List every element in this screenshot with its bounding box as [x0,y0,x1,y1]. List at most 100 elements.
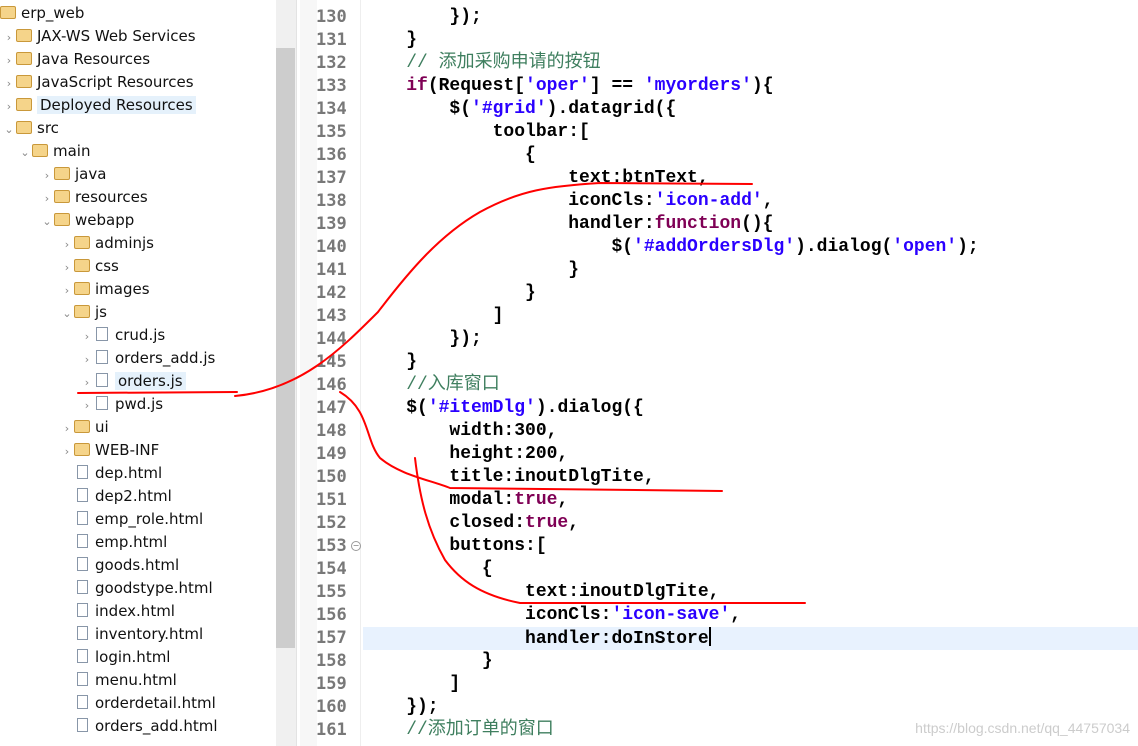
tree-item-java[interactable]: › java [40,163,107,187]
tree-item-orders-add-js[interactable]: › orders_add.js [80,347,216,371]
chevron-right-icon[interactable]: › [60,233,74,256]
tree-item-images[interactable]: › images [60,278,150,301]
code-line[interactable]: text:btnText, [363,167,1138,190]
code-line[interactable]: width:300, [363,420,1138,443]
tree-item-dep-html[interactable]: dep.html [60,462,162,485]
tree-item-emp-role-html[interactable]: emp_role.html [60,508,203,531]
line-number: 157 [316,628,347,648]
code-line[interactable]: toolbar:[ [363,121,1138,144]
chevron-right-icon[interactable]: › [40,164,54,187]
chevron-right-icon[interactable]: › [80,325,94,348]
code-line[interactable]: handler:doInStore [363,627,1138,650]
tree-scrollbar-thumb[interactable] [276,48,295,648]
tree-item-main[interactable]: ⌄ main [18,140,90,163]
chevron-right-icon[interactable]: › [2,95,16,118]
chevron-right-icon[interactable]: › [60,417,74,440]
chevron-down-icon[interactable]: ⌄ [40,210,54,233]
tree-item-orders-add-html[interactable]: orders_add.html [60,715,217,738]
tree-item-orderdetail-html[interactable]: orderdetail.html [60,692,216,715]
tree-item-jax-ws-web-services[interactable]: › JAX-WS Web Services [2,25,196,48]
tree-item-label: emp.html [95,533,168,551]
code-line[interactable]: ] [363,305,1138,328]
chevron-right-icon[interactable]: › [80,348,94,371]
line-number: 140 [316,237,347,257]
code-line[interactable]: $('#itemDlg').dialog({ [363,397,1138,420]
code-line[interactable]: }); [363,696,1138,719]
tree-item-javascript-resources[interactable]: › JavaScript Resources [2,71,194,94]
code-line[interactable]: if(Request['oper'] == 'myorders'){ [363,75,1138,98]
code-line[interactable]: // 添加采购申请的按钮 [363,52,1138,75]
tree-item-webapp[interactable]: ⌄ webapp [40,209,134,232]
code-line[interactable]: modal:true, [363,489,1138,512]
tree-item-web-inf[interactable]: › WEB-INF [60,439,160,463]
code-line[interactable]: } [363,259,1138,282]
chevron-right-icon[interactable]: › [40,187,54,210]
tree-item-label: pwd.js [115,395,164,413]
tree-item-js[interactable]: ⌄ js [60,301,107,324]
folder-icon [54,190,70,203]
code-line[interactable]: height:200, [363,443,1138,466]
tree-item-resources[interactable]: › resources [40,186,148,209]
code-line[interactable]: ] [363,673,1138,696]
tree-item-orders-js[interactable]: › orders.js [80,370,186,393]
code-line[interactable]: }); [363,328,1138,351]
code-line[interactable]: closed:true, [363,512,1138,535]
tree-item-goods-html[interactable]: goods.html [60,554,179,577]
tree-item-ui[interactable]: › ui [60,416,109,439]
code-line[interactable]: } [363,282,1138,305]
code-token: handler:doInStore [363,629,709,649]
code-line[interactable]: handler:function(){ [363,213,1138,236]
code-line[interactable]: { [363,144,1138,167]
tree-item-login-html[interactable]: login.html [60,646,170,669]
code-token: } [363,283,536,303]
javascript-resources-icon [16,75,32,88]
tree-item-index-html[interactable]: index.html [60,600,175,623]
code-line[interactable]: //入库窗口 [363,374,1138,397]
fold-collapse-icon[interactable]: − [351,541,361,551]
chevron-down-icon[interactable]: ⌄ [18,141,32,164]
tree-item-java-resources[interactable]: › Java Resources [2,48,150,71]
code-line[interactable]: iconCls:'icon-add', [363,190,1138,213]
folder-icon [74,305,90,318]
tree-item-src[interactable]: ⌄ src [2,117,59,140]
tree-item-label: index.html [95,602,175,620]
code-line[interactable]: } [363,29,1138,52]
code-line[interactable]: } [363,650,1138,673]
tree-item-label: css [95,257,119,275]
code-line[interactable]: }); [363,6,1138,29]
tree-item-css[interactable]: › css [60,255,119,278]
tree-item-menu-html[interactable]: menu.html [60,669,177,692]
chevron-down-icon[interactable]: ⌄ [2,118,16,141]
chevron-down-icon[interactable]: ⌄ [60,302,74,325]
chevron-right-icon[interactable]: › [2,49,16,72]
chevron-right-icon[interactable]: › [2,26,16,49]
tree-item-pwd-js[interactable]: › pwd.js [80,393,163,416]
chevron-right-icon[interactable]: › [60,279,74,302]
chevron-right-icon[interactable]: › [80,371,94,394]
tree-item-deployed-resources[interactable]: › Deployed Resources [2,94,196,117]
keyword-token: true [525,513,569,533]
code-line[interactable]: iconCls:'icon-save', [363,604,1138,627]
tree-item-erp-web[interactable]: erp_web [0,2,84,25]
tree-item-label: WEB-INF [95,441,160,459]
tree-item-crud-js[interactable]: › crud.js [80,324,165,347]
code-line[interactable]: } [363,351,1138,374]
chevron-right-icon[interactable]: › [60,440,74,463]
line-number: 132 [316,53,347,73]
code-line[interactable]: buttons:[ [363,535,1138,558]
code-line[interactable]: title:inoutDlgTite, [363,466,1138,489]
code-line[interactable]: text:inoutDlgTite, [363,581,1138,604]
tree-item-emp-html[interactable]: emp.html [60,531,167,554]
code-line[interactable]: { [363,558,1138,581]
chevron-right-icon[interactable]: › [80,394,94,417]
tree-item-dep2-html[interactable]: dep2.html [60,485,172,508]
tree-item-inventory-html[interactable]: inventory.html [60,623,203,646]
tree-item-adminjs[interactable]: › adminjs [60,232,154,255]
chevron-right-icon[interactable]: › [2,72,16,95]
tree-item-goodstype-html[interactable]: goodstype.html [60,577,213,600]
code-line[interactable]: $('#addOrdersDlg').dialog('open'); [363,236,1138,259]
html-file-icon [77,649,88,663]
chevron-right-icon[interactable]: › [60,256,74,279]
code-token: ).dialog( [795,237,893,257]
code-line[interactable]: $('#grid').datagrid({ [363,98,1138,121]
